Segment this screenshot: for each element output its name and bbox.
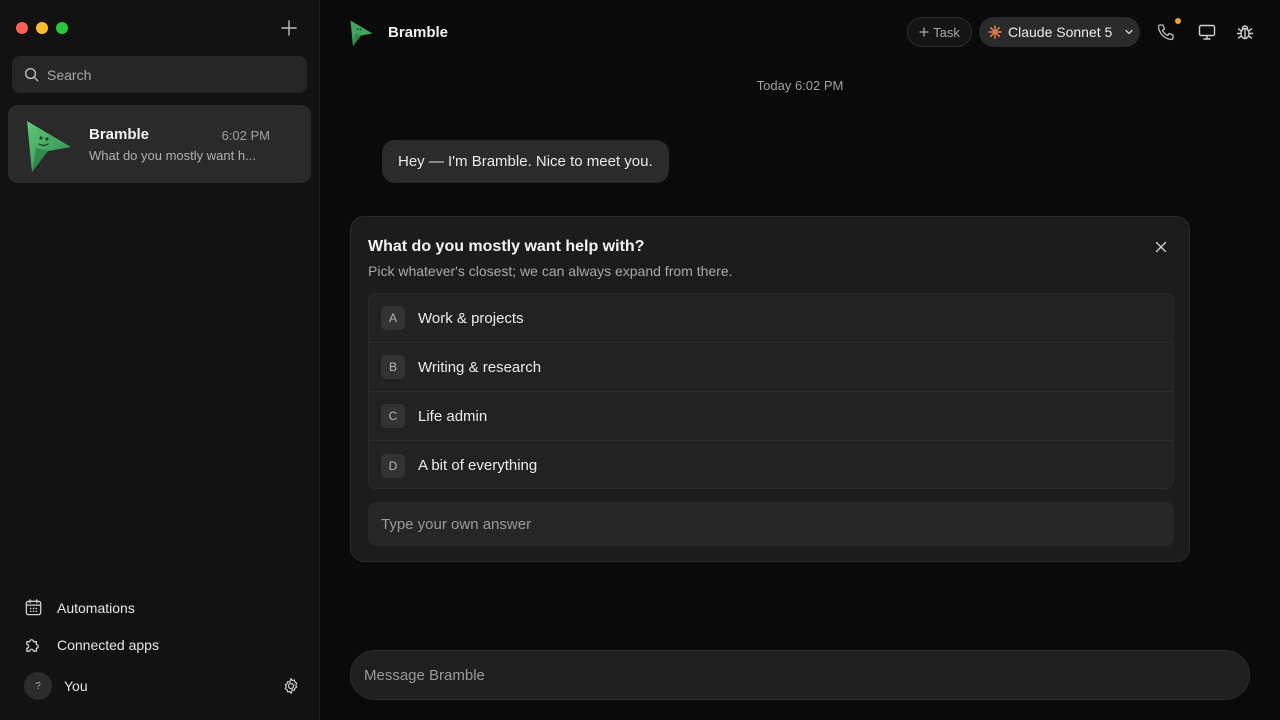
user-name: You <box>64 678 88 694</box>
option-key: C <box>381 404 405 428</box>
option-label: Life admin <box>418 407 488 425</box>
claude-sunburst-icon <box>988 25 1002 39</box>
conversation-name: Bramble <box>89 126 150 143</box>
avatar: ? <box>24 672 52 700</box>
connected-apps-link[interactable]: Connected apps <box>24 635 159 654</box>
calendar-icon <box>25 599 42 616</box>
question-subtitle: Pick whatever's closest; we can always e… <box>368 263 733 279</box>
search-icon <box>24 67 39 82</box>
answer-options: A Work & projects B Writing & research C… <box>368 293 1174 489</box>
message-input[interactable] <box>350 650 1250 700</box>
option-work-projects[interactable]: A Work & projects <box>369 294 1173 343</box>
option-key: D <box>381 453 405 478</box>
automations-link[interactable]: Automations <box>24 598 135 617</box>
sidebar: Bramble 6:02 PM What do you mostly want … <box>0 0 320 720</box>
assistant-message: Hey — I'm Bramble. Nice to meet you. <box>382 140 669 183</box>
bramble-logo-icon <box>350 20 373 46</box>
option-key: B <box>381 355 405 379</box>
conversation-preview: What do you mostly want h... <box>89 148 256 163</box>
window-controls <box>16 22 68 34</box>
conversation-item[interactable]: Bramble 6:02 PM What do you mostly want … <box>8 105 311 183</box>
option-life-admin[interactable]: C Life admin <box>369 392 1173 441</box>
bramble-logo-icon <box>27 121 71 172</box>
gear-icon[interactable] <box>282 677 300 695</box>
model-selector[interactable]: Claude Sonnet 5 <box>979 17 1140 47</box>
option-label: Writing & research <box>418 358 542 376</box>
chat-header: Bramble Task Claude Sonnet 5 <box>320 0 1280 64</box>
notification-dot <box>1175 18 1181 24</box>
option-label: A bit of everything <box>418 457 538 474</box>
maximize-window-button[interactable] <box>56 22 68 34</box>
option-label: Work & projects <box>418 309 524 327</box>
automations-label: Automations <box>57 599 135 616</box>
chat-title: Bramble <box>388 24 449 41</box>
plus-icon <box>281 20 297 36</box>
message-timestamp: Today 6:02 PM <box>756 78 844 93</box>
chat-area: Today 6:02 PM Hey — I'm Bramble. Nice to… <box>320 64 1280 720</box>
model-label: Claude Sonnet 5 <box>1008 24 1113 40</box>
close-window-button[interactable] <box>16 22 28 34</box>
close-icon[interactable] <box>1153 239 1169 255</box>
conversation-time: 6:02 PM <box>221 128 270 143</box>
search-box[interactable] <box>12 56 307 93</box>
question-card: What do you mostly want help with? Pick … <box>350 216 1190 562</box>
puzzle-icon <box>26 639 39 652</box>
search-input[interactable] <box>47 66 287 83</box>
option-writing-research[interactable]: B Writing & research <box>369 343 1173 392</box>
user-profile[interactable]: ? You <box>24 671 302 701</box>
plus-icon <box>919 27 929 37</box>
task-label: Task <box>933 24 960 40</box>
option-key: A <box>381 306 405 330</box>
own-answer-input[interactable] <box>368 502 1174 546</box>
chevron-down-icon <box>1125 29 1133 35</box>
bug-icon[interactable] <box>1235 22 1255 42</box>
minimize-window-button[interactable] <box>36 22 48 34</box>
phone-icon[interactable] <box>1156 22 1176 42</box>
option-bit-of-everything[interactable]: D A bit of everything <box>369 441 1173 488</box>
new-conversation-button[interactable] <box>278 17 300 39</box>
connected-apps-label: Connected apps <box>57 636 159 653</box>
monitor-icon[interactable] <box>1197 22 1217 42</box>
add-task-button[interactable]: Task <box>907 17 972 47</box>
question-title: What do you mostly want help with? <box>368 238 645 255</box>
